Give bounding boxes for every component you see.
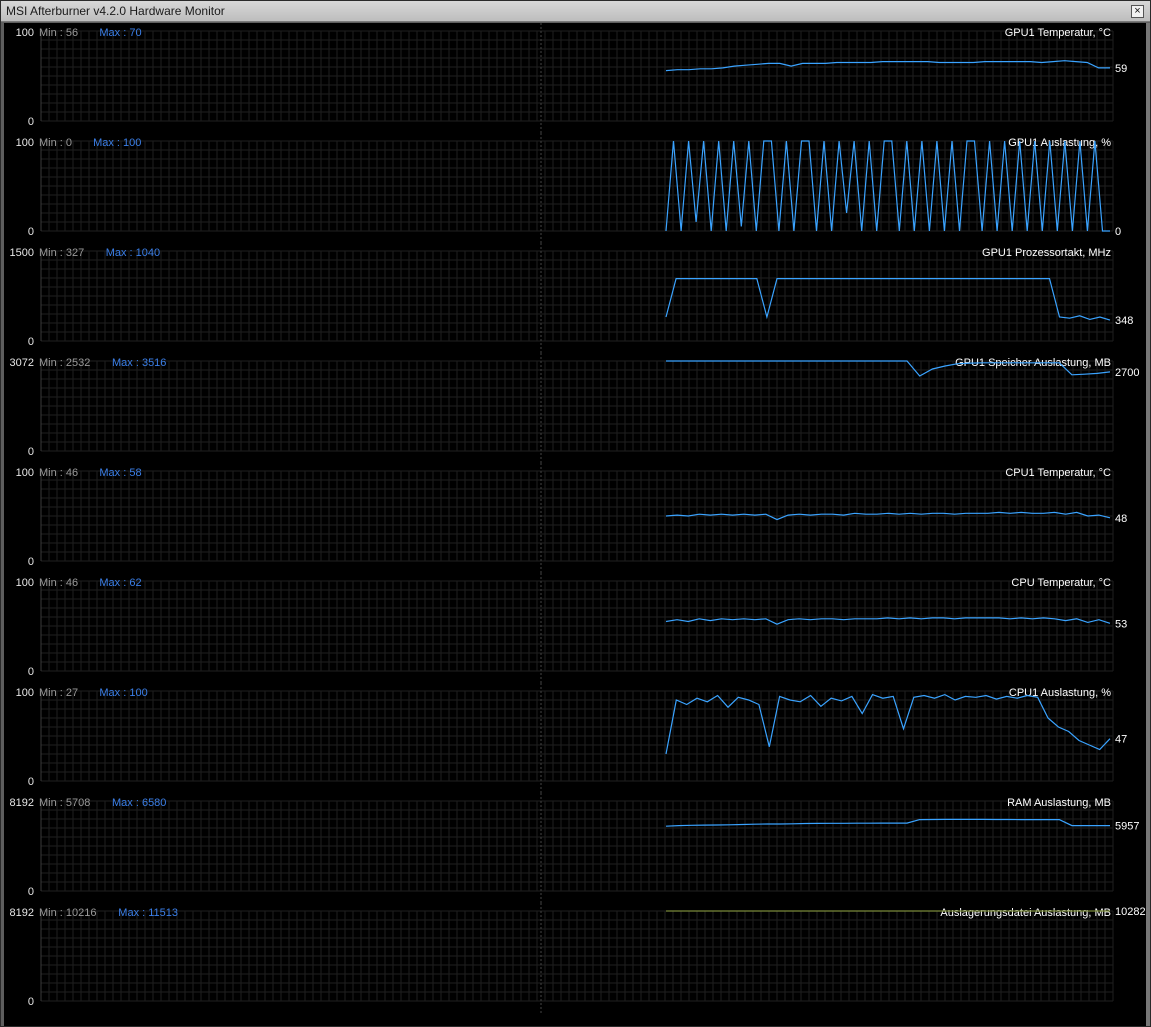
- y-max-label: 8192: [10, 907, 34, 919]
- graph-title: CPU1 Auslastung, %: [1009, 687, 1111, 699]
- y-min-label: 0: [28, 666, 34, 678]
- min-value: Min : 46: [39, 577, 78, 589]
- current-value: 0: [1115, 226, 1121, 238]
- title-bar[interactable]: MSI Afterburner v4.2.0 Hardware Monitor …: [1, 1, 1150, 22]
- current-value: 59: [1115, 63, 1127, 75]
- max-value: Max : 3516: [112, 357, 166, 369]
- graph-panel: 1000Min : 0 Max : 100 GPU1 Auslastung, %0: [16, 133, 1121, 243]
- max-value: Max : 58: [99, 467, 141, 479]
- y-max-label: 100: [16, 687, 34, 699]
- graph-panel: 100 0 Min : 46 Max : 58 CPU1 Temperatur, °C 4…: [16, 463, 1127, 573]
- y-max-label: 8192: [10, 797, 34, 809]
- max-value: Max : 70: [99, 27, 141, 39]
- graph-grid: [40, 140, 1114, 232]
- max-value: Max : 62: [99, 577, 141, 589]
- min-value: Min : 0: [39, 137, 72, 149]
- max-value: Max : 11513: [118, 907, 178, 919]
- min-value: Min : 5708: [39, 797, 90, 809]
- y-min-label: 0: [28, 886, 34, 898]
- series-line: [665, 60, 1110, 72]
- hardware-monitor-window: MSI Afterburner v4.2.0 Hardware Monitor …: [0, 0, 1151, 1027]
- y-min-label: 0: [28, 556, 34, 568]
- current-value: 47: [1115, 734, 1127, 746]
- max-value: Max : 6580: [112, 797, 166, 809]
- graph-title: CPU1 Temperatur, °C: [1005, 467, 1111, 479]
- graph-grid: [40, 360, 1114, 452]
- y-min-label: 0: [28, 116, 34, 128]
- current-value: 10282: [1115, 906, 1146, 918]
- min-value: Min : 327: [39, 247, 84, 259]
- y-max-label: 100: [16, 467, 34, 479]
- y-min-label: 0: [28, 446, 34, 458]
- graph-panel: 100 0 Min : 56 Max : 70 GPU1 Temperatur, °C 5…: [16, 23, 1127, 133]
- current-value: 48: [1115, 513, 1127, 525]
- min-value: Min : 10216: [39, 907, 96, 919]
- graph-grid: [40, 580, 1114, 672]
- y-max-label: 100: [16, 27, 34, 39]
- current-value: 5957: [1115, 821, 1139, 833]
- min-value: Min : 56: [39, 27, 78, 39]
- y-min-label: 0: [28, 996, 34, 1008]
- graph-panel: 100 0 Min : 27 Max : 100 CPU1 Auslastung, % 4…: [16, 683, 1127, 793]
- min-value: Min : 27: [39, 687, 78, 699]
- y-min-label: 0: [28, 776, 34, 788]
- current-value: 348: [1115, 315, 1133, 327]
- y-min-label: 0: [28, 336, 34, 348]
- y-min-label: 0: [28, 226, 34, 238]
- max-value: Max : 100: [99, 687, 147, 699]
- min-value: Min : 2532: [39, 357, 90, 369]
- window-title: MSI Afterburner v4.2.0 Hardware Monitor: [6, 4, 225, 18]
- graph-title: GPU1 Prozessortakt, MHz: [982, 247, 1111, 259]
- graph-title: CPU Temperatur, °C: [1011, 577, 1111, 589]
- scrollbar[interactable]: [1146, 23, 1150, 1026]
- graph-grid: [40, 690, 1114, 782]
- graph-grid: [40, 30, 1114, 122]
- current-value: 53: [1115, 618, 1127, 630]
- graph-panel: 1500 0 Min : 327 Max : 1040 GPU1 Prozessorta…: [10, 243, 1133, 353]
- min-value: Min : 46: [39, 467, 78, 479]
- y-max-label: 3072: [10, 357, 34, 369]
- current-value: 2700: [1115, 367, 1139, 379]
- graph-grid: [40, 910, 1114, 1002]
- graph-title: GPU1 Temperatur, °C: [1005, 27, 1111, 39]
- graph-panel: 8192 0 Min : 5708 Max : 6580 RAM Auslastung,…: [10, 793, 1139, 903]
- graph-grid: [40, 250, 1114, 342]
- close-button[interactable]: ×: [1131, 5, 1144, 18]
- graphs-canvas: 100 0 Min : 56 Max : 70 GPU1 Temperatur, °C 5…: [10, 23, 1146, 1013]
- y-max-label: 1500: [10, 247, 34, 259]
- series-line: [665, 818, 1110, 827]
- y-max-label: 100: [16, 577, 34, 589]
- y-max-label: 100: [16, 137, 34, 149]
- graph-panel: 8192 0 Min : 10216 Max : 11513 Auslagerungsd…: [10, 903, 1146, 1013]
- max-value: Max : 100: [93, 137, 141, 149]
- graph-title: RAM Auslastung, MB: [1007, 797, 1111, 809]
- graph-panel: 30720Min : 2532 Max : 3516 GPU1 Speicher A…: [10, 353, 1139, 463]
- graph-grid: [40, 470, 1114, 562]
- graph-area[interactable]: 100 0 Min : 56 Max : 70 GPU1 Temperatur, °C 5…: [4, 23, 1146, 1026]
- graph-panel: 100 0 Min : 46 Max : 62 CPU Temperatur, °C 53: [16, 573, 1127, 683]
- max-value: Max : 1040: [106, 247, 160, 259]
- series-line: [665, 617, 1111, 625]
- graph-title: Auslagerungsdatei Auslastung, MB: [940, 907, 1111, 919]
- graph-grid: [40, 800, 1114, 892]
